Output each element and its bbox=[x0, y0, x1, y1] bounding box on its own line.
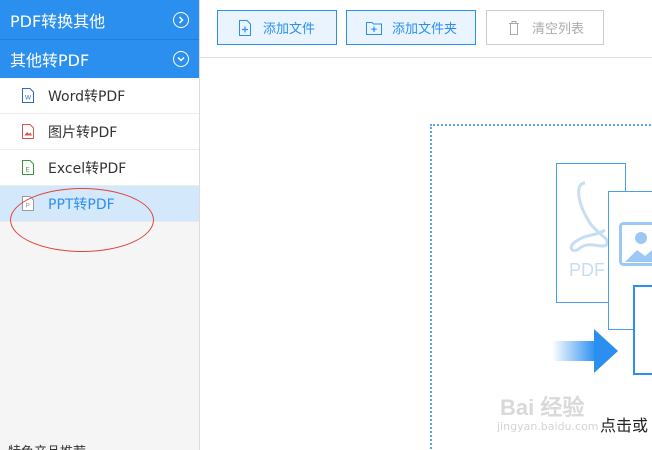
svg-text:E: E bbox=[26, 167, 31, 174]
sidebar-item-word-to-pdf[interactable]: W Word转PDF bbox=[0, 78, 199, 114]
image-icon bbox=[619, 222, 652, 266]
sidebar-item-label: 图片转PDF bbox=[48, 124, 118, 141]
add-folder-icon bbox=[366, 21, 382, 35]
sidebar-item-label: Word转PDF bbox=[48, 88, 126, 105]
sidebar: PDF转换其他 其他转PDF W Word转PDF 图片转PDF E Excel… bbox=[0, 0, 200, 450]
image-file-icon bbox=[22, 124, 34, 139]
chevron-right-icon[interactable] bbox=[173, 11, 189, 28]
target-document-illustration bbox=[633, 285, 652, 375]
sidebar-item-ppt-to-pdf[interactable]: P PPT转PDF bbox=[0, 186, 199, 222]
sidebar-item-label: PPT转PDF bbox=[48, 196, 115, 213]
sidebar-item-label: Excel转PDF bbox=[48, 160, 127, 177]
clear-list-button[interactable]: 清空列表 bbox=[486, 10, 604, 45]
toolbar: 添加文件 添加文件夹 清空列表 bbox=[200, 0, 652, 58]
excel-file-icon: E bbox=[22, 160, 34, 175]
drop-hint-text: 点击或 bbox=[600, 416, 649, 435]
watermark-url: jingyan.baidu.com bbox=[497, 420, 599, 433]
featured-products-label: 特色产品推荐 bbox=[8, 441, 86, 450]
word-file-icon: W bbox=[22, 88, 34, 103]
add-file-button[interactable]: 添加文件 bbox=[217, 10, 337, 45]
arrow-right-icon bbox=[552, 329, 618, 373]
chevron-down-icon[interactable] bbox=[173, 51, 189, 67]
add-file-label: 添加文件 bbox=[263, 22, 316, 37]
sidebar-group-pdf-to-other[interactable]: PDF转换其他 bbox=[0, 0, 199, 39]
sidebar-group-label: PDF转换其他 bbox=[10, 11, 106, 31]
sidebar-item-excel-to-pdf[interactable]: E Excel转PDF bbox=[0, 150, 199, 186]
clear-list-label: 清空列表 bbox=[532, 22, 585, 37]
ppt-file-icon: P bbox=[22, 196, 34, 211]
app-window: PDF转换其他 其他转PDF W Word转PDF 图片转PDF E Excel… bbox=[0, 0, 652, 450]
svg-text:P: P bbox=[26, 203, 30, 210]
sidebar-group-label: 其他转PDF bbox=[10, 51, 90, 70]
sidebar-group-other-to-pdf[interactable]: 其他转PDF bbox=[0, 39, 199, 78]
add-file-icon bbox=[239, 19, 251, 36]
pdf-label: PDF bbox=[569, 260, 605, 280]
watermark-logo: Bai 经验 bbox=[500, 395, 585, 420]
svg-text:W: W bbox=[25, 95, 32, 102]
sidebar-item-image-to-pdf[interactable]: 图片转PDF bbox=[0, 114, 199, 150]
sidebar-sub-list: W Word转PDF 图片转PDF E Excel转PDF P PPT转PDF bbox=[0, 78, 199, 222]
trash-icon bbox=[509, 20, 519, 35]
add-folder-button[interactable]: 添加文件夹 bbox=[346, 10, 476, 45]
add-folder-label: 添加文件夹 bbox=[392, 22, 458, 37]
